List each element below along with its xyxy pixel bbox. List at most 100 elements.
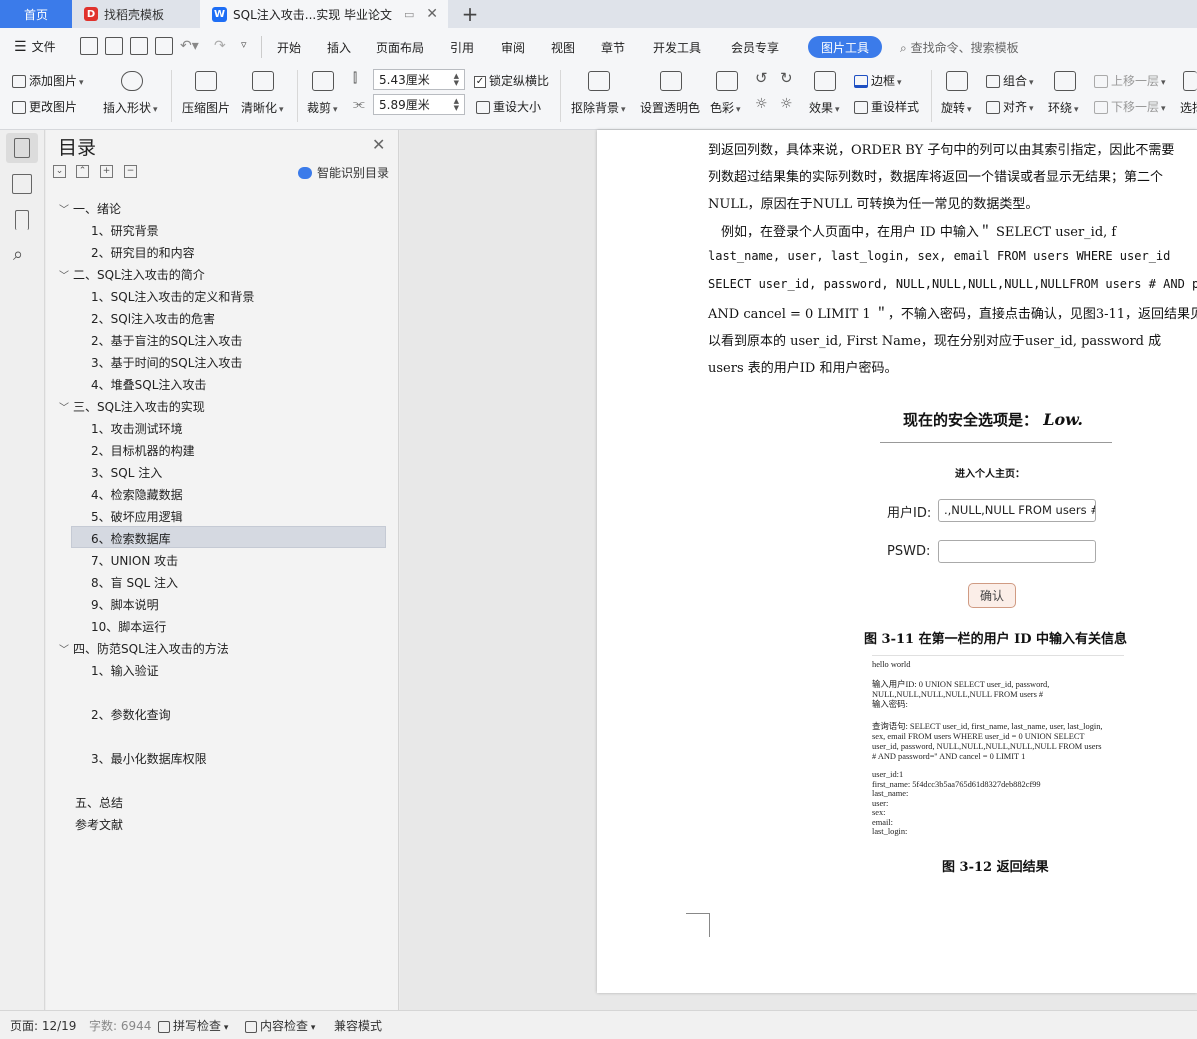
file-menu[interactable]: ☰ 文件	[14, 38, 56, 55]
reset-style-button[interactable]: 重设样式	[854, 98, 919, 115]
toc-item[interactable]: 4、检索隐藏数据	[91, 486, 183, 503]
find-icon[interactable]: ⌕	[13, 244, 23, 265]
menu-start[interactable]: 开始	[277, 39, 301, 56]
menu-picture-tools[interactable]: 图片工具	[808, 36, 882, 58]
align-button[interactable]: 对齐	[986, 98, 1034, 115]
monitor-icon[interactable]: ▭	[404, 8, 414, 21]
compat-mode[interactable]: 兼容模式	[334, 1017, 382, 1034]
toc-item[interactable]: 10、脚本运行	[91, 618, 166, 635]
toc-item[interactable]: 1、攻击测试环境	[91, 420, 183, 437]
chevron-down-icon[interactable]: ﹀	[59, 399, 73, 414]
menu-insert[interactable]: 插入	[327, 39, 351, 56]
remove-heading-icon[interactable]: −	[124, 165, 137, 178]
redo-icon[interactable]: ↷	[214, 38, 226, 54]
word-count[interactable]: 字数: 6944	[89, 1017, 151, 1034]
menu-review[interactable]: 审阅	[501, 39, 525, 56]
remove-background-button[interactable]: 抠除背景	[571, 99, 626, 116]
rotate-right-icon[interactable]: ↻	[780, 69, 793, 87]
select-button[interactable]: 选择	[1180, 99, 1197, 116]
contrast-icon[interactable]: ☼	[780, 96, 793, 112]
toc-item[interactable]: 3、基于时间的SQL注入攻击	[91, 354, 242, 371]
insert-shape-button[interactable]: 插入形状	[103, 99, 158, 116]
menu-developer[interactable]: 开发工具	[653, 39, 701, 56]
command-search[interactable]: ⌕ 查找命令、搜索模板	[900, 39, 1019, 56]
toc-item[interactable]: 5、破坏应用逻辑	[91, 508, 183, 525]
print-preview-icon[interactable]	[155, 37, 173, 55]
menu-view[interactable]: 视图	[551, 39, 575, 56]
color-button[interactable]: 色彩	[710, 99, 741, 116]
wrap-button[interactable]: 环绕	[1048, 99, 1079, 116]
toc-item[interactable]: ﹀ 四、防范SQL注入攻击的方法	[59, 640, 229, 657]
lock-ratio-checkbox[interactable]: ✓ 锁定纵横比	[474, 72, 549, 89]
border-button[interactable]: 边框	[854, 72, 902, 89]
width-spinner[interactable]: 5.89厘米 ▲ ▼	[373, 94, 465, 115]
spinner-arrows-icon[interactable]: ▲ ▼	[454, 97, 459, 112]
content-check-button[interactable]: 内容检查 ▾	[245, 1017, 315, 1034]
toc-item[interactable]: 1、输入验证	[91, 662, 159, 679]
toc-item[interactable]: 2、研究目的和内容	[91, 244, 195, 261]
collapse-all-icon[interactable]: ⌄	[53, 165, 66, 178]
smart-toc-button[interactable]: 智能识别目录	[298, 164, 389, 181]
toc-item[interactable]: 7、UNION 攻击	[91, 552, 178, 569]
toc-item[interactable]: ﹀ 三、SQL注入攻击的实现	[59, 398, 205, 415]
more-quick-access-icon[interactable]: ▿	[241, 38, 247, 51]
toc-item[interactable]: 1、研究背景	[91, 222, 159, 239]
toc-item[interactable]: 五、总结	[75, 794, 123, 811]
sharpen-button[interactable]: 清晰化	[241, 99, 284, 116]
spell-check-button[interactable]: 拼写检查 ▾	[158, 1017, 228, 1034]
toc-item[interactable]: ﹀ 一、绪论	[59, 200, 121, 217]
undo-icon[interactable]: ↶▾	[180, 38, 199, 54]
spinner-arrows-icon[interactable]: ▲ ▼	[454, 72, 459, 87]
toc-item[interactable]: 3、SQL 注入	[91, 464, 162, 481]
toc-item[interactable]: 2、参数化查询	[91, 706, 171, 723]
add-tab-icon[interactable]: +	[458, 2, 482, 26]
add-picture-button[interactable]: 添加图片	[12, 72, 84, 89]
brightness-icon[interactable]: ☼	[755, 96, 768, 112]
add-heading-icon[interactable]: +	[100, 165, 113, 178]
toc-item[interactable]: 参考文献	[75, 816, 123, 833]
group-button[interactable]: 组合	[986, 72, 1034, 89]
toc-panel-icon[interactable]	[14, 138, 30, 158]
chevron-down-icon[interactable]: ﹀	[59, 641, 73, 656]
toc-item-selected[interactable]: 6、检索数据库	[91, 530, 171, 547]
toc-item[interactable]: 8、盲 SQL 注入	[91, 574, 178, 591]
menu-page-layout[interactable]: 页面布局	[376, 39, 424, 56]
export-pdf-icon[interactable]	[105, 37, 123, 55]
toc-item[interactable]: 2、基于盲注的SQL注入攻击	[91, 332, 242, 349]
toc-item[interactable]: 9、脚本说明	[91, 596, 159, 613]
toc-item[interactable]: 4、堆叠SQL注入攻击	[91, 376, 206, 393]
chevron-down-icon[interactable]: ﹀	[59, 267, 73, 282]
navigation-icon[interactable]	[12, 174, 32, 194]
menu-member[interactable]: 会员专享	[731, 39, 779, 56]
toc-item[interactable]: 3、最小化数据库权限	[91, 750, 207, 767]
bring-forward-button[interactable]: 上移一层	[1094, 72, 1166, 89]
expand-up-icon[interactable]: ⌃	[76, 165, 89, 178]
menu-chapter[interactable]: 章节	[601, 39, 625, 56]
effects-button[interactable]: 效果	[809, 99, 840, 116]
reset-size-button[interactable]: 重设大小	[476, 98, 541, 115]
ribbon-divider	[171, 70, 172, 122]
chevron-down-icon[interactable]: ﹀	[59, 201, 73, 216]
rotate-left-icon[interactable]: ↺	[755, 69, 768, 87]
page-indicator[interactable]: 页面: 12/19	[10, 1017, 76, 1034]
close-tab-icon[interactable]: ✕	[426, 6, 438, 22]
change-picture-button[interactable]: 更改图片	[12, 98, 77, 115]
toc-item[interactable]: 2、目标机器的构建	[91, 442, 195, 459]
compress-picture-button[interactable]: 压缩图片	[182, 99, 230, 116]
tab-templates[interactable]: D 找稻壳模板	[74, 0, 198, 28]
print-icon[interactable]	[130, 37, 148, 55]
toc-item[interactable]: 1、SQL注入攻击的定义和背景	[91, 288, 254, 305]
menu-reference[interactable]: 引用	[450, 39, 474, 56]
save-icon[interactable]	[80, 37, 98, 55]
tab-document[interactable]: W SQL注入攻击...实现 毕业论文 ▭ ✕	[200, 0, 448, 28]
close-icon[interactable]: ✕	[372, 135, 385, 154]
crop-button[interactable]: 裁剪	[307, 99, 338, 116]
toc-item[interactable]: 2、SQl注入攻击的危害	[91, 310, 215, 327]
height-spinner[interactable]: 5.43厘米 ▲ ▼	[373, 69, 465, 90]
toc-item[interactable]: ﹀ 二、SQL注入攻击的简介	[59, 266, 205, 283]
send-backward-button[interactable]: 下移一层	[1094, 98, 1166, 115]
tab-home[interactable]: 首页	[0, 0, 72, 28]
set-transparency-button[interactable]: 设置透明色	[640, 99, 700, 116]
rotate-button[interactable]: 旋转	[941, 99, 972, 116]
bookmark-icon[interactable]	[15, 210, 29, 230]
